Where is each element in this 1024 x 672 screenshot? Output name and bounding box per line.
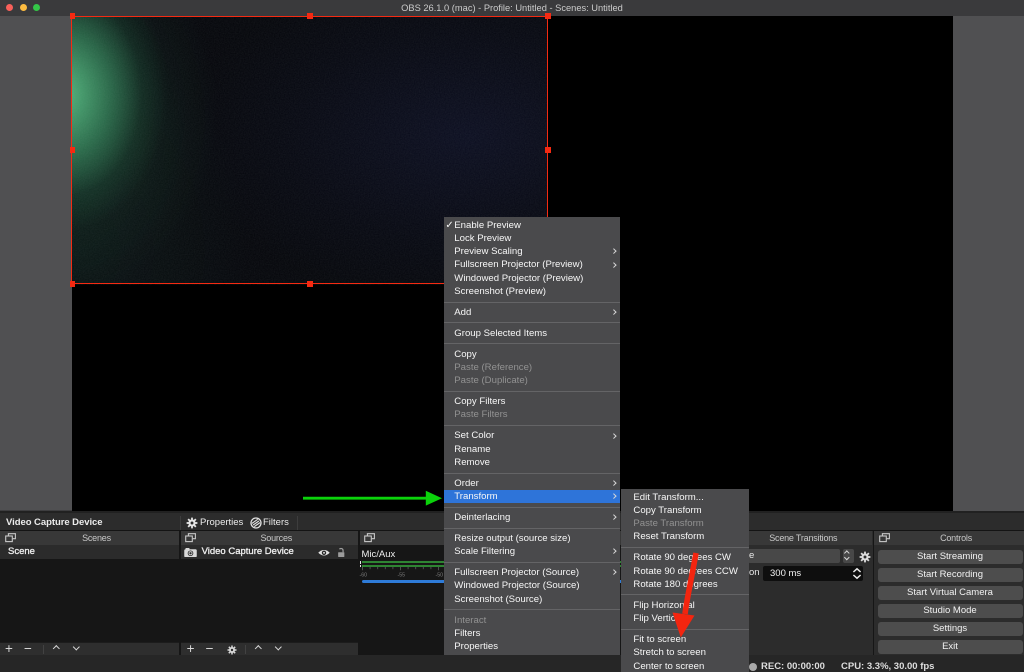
svg-text:-55: -55 bbox=[397, 573, 405, 578]
svg-text:-60: -60 bbox=[359, 573, 367, 578]
svg-text:-50: -50 bbox=[435, 573, 443, 578]
